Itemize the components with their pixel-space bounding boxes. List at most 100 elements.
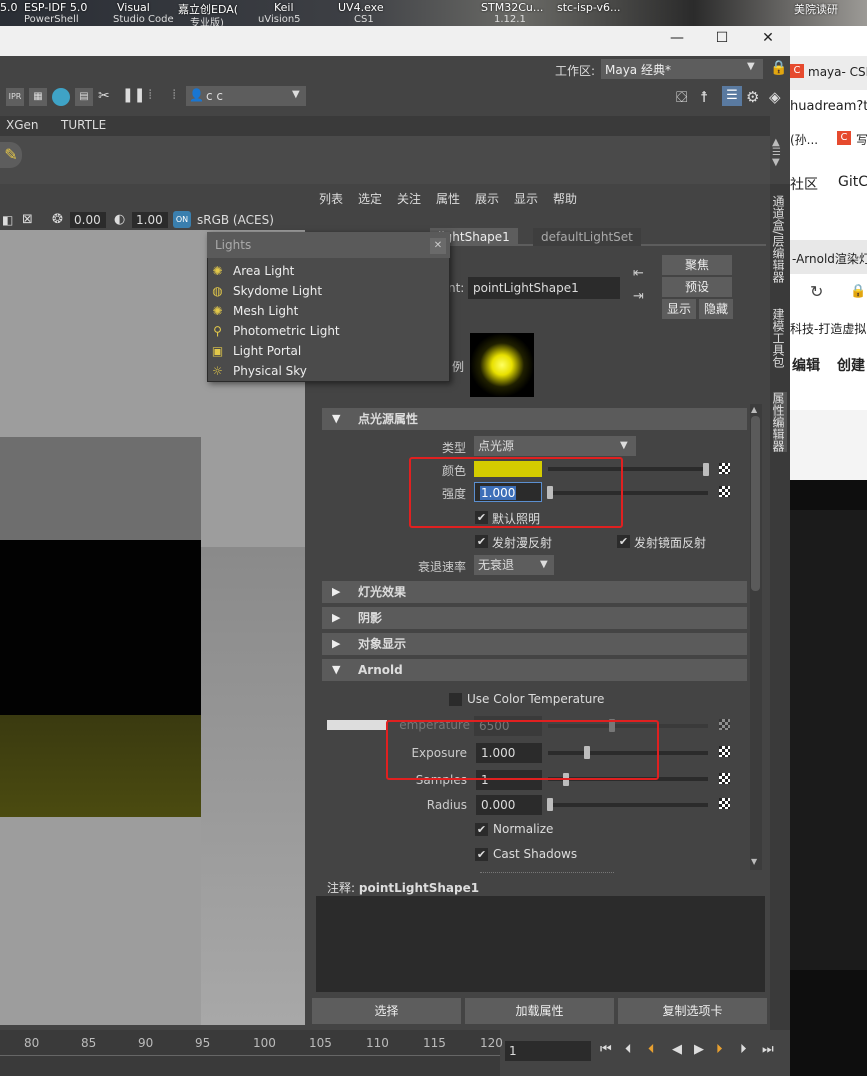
ae-menu-focus[interactable]: 关注 [397,190,421,207]
radius-slider[interactable] [548,803,708,807]
taskbar-item[interactable]: Keil [274,1,294,14]
go-to-end-icon[interactable]: ⏭ [762,1042,774,1057]
skydome-light-item[interactable]: Skydome Light [233,284,322,298]
section-arnold[interactable]: ▼ Arnold [322,659,747,681]
area-light-item[interactable]: Area Light [233,264,294,278]
samples-map-button[interactable] [719,773,730,784]
close-button[interactable]: ✕ [758,30,778,46]
radius-map-button[interactable] [719,798,730,809]
browser-nav-item[interactable]: GitC [838,174,867,190]
shelf-tab-turtle[interactable]: TURTLE [55,118,112,132]
cast-shadows-checkbox[interactable]: ✔ [475,848,488,861]
taskbar-item[interactable]: stc-isp-v6... [557,1,621,14]
tab-defaultlightset[interactable]: defaultLightSet [533,228,641,246]
hide-button[interactable]: 隐藏 [699,299,733,319]
show-button[interactable]: 显示 [662,299,696,319]
step-back-frame-icon[interactable]: ⏴ [625,1042,632,1057]
render-settings-icon[interactable]: ▦ [29,88,47,106]
photometric-light-item[interactable]: Photometric Light [233,324,340,338]
reload-icon[interactable]: ↻ [810,282,823,301]
tool-settings-icon[interactable]: ⚙ [746,88,759,106]
workspace-select[interactable]: Maya 经典* ▼ [601,59,763,79]
intensity-map-button[interactable] [719,486,730,497]
section-point-light[interactable]: ▼ 点光源属性 [322,408,747,430]
taskbar-item[interactable]: STM32Cu... [481,1,543,14]
browser-tab-title[interactable]: -Arnold渲染灯 [792,250,867,267]
go-to-start-icon[interactable]: ⏮ [600,1042,612,1057]
shelf-scroll-icon[interactable]: ▲ ☰ ▼ [772,138,781,168]
aperture-icon[interactable]: ❂ [52,212,63,227]
tab-modeling-toolkit[interactable]: 建模工具包 [771,308,787,368]
browser-nav-item[interactable]: 社区 [790,174,818,194]
color-slider-handle[interactable] [703,463,709,476]
browser-tab-title[interactable]: maya- CSD [808,65,867,79]
section-light-effects[interactable]: ▶ 灯光效果 [322,581,747,603]
input-connection-icon[interactable]: ⇤ [633,266,644,281]
notes-textarea[interactable] [316,896,765,992]
exposure-map-button[interactable] [719,746,730,757]
hypershade-icon[interactable] [52,88,70,106]
ae-menu-attributes[interactable]: 属性 [436,190,460,207]
ae-scrollbar-thumb[interactable] [751,416,760,591]
taskbar-item[interactable]: ESP-IDF 5.0 [24,1,87,14]
taskbar-item[interactable]: 5.0 [0,1,18,14]
viewport-gamma-field[interactable]: 1.00 [132,212,168,228]
character-icon[interactable]: ☨ [700,88,708,106]
attribute-editor-icon[interactable]: ☰ [722,86,742,106]
ae-menu-display[interactable]: 显示 [514,190,538,207]
browser-bookmark[interactable]: (孙... [790,131,818,148]
ipr-render-icon[interactable]: IPR [6,88,24,106]
taskbar-item[interactable]: 美院读研 [794,1,838,17]
light-portal-item[interactable]: Light Portal [233,344,301,358]
taskbar-item[interactable]: Visual [117,1,150,14]
emit-specular-checkbox[interactable]: ✔ [617,535,630,548]
minimize-button[interactable]: — [667,30,687,46]
emit-diffuse-checkbox[interactable]: ✔ [475,535,488,548]
node-name-field[interactable]: pointLightShape1 [468,277,620,299]
gamma-icon[interactable]: ◐ [114,212,125,227]
ae-menu-list[interactable]: 列表 [319,190,343,207]
shelf-tool-icon[interactable]: ✎ [0,142,22,168]
lock-icon[interactable]: 🔒 [770,60,787,76]
use-color-temp-checkbox[interactable] [449,693,462,706]
step-back-key-icon[interactable]: ⏴ [648,1042,655,1057]
tab-channel-box[interactable]: 通道盒/层编辑器 [771,195,787,283]
tab-attribute-editor[interactable]: 属性编辑器 [771,392,787,452]
scroll-down-icon[interactable]: ▼ [751,857,757,866]
render-view-icon[interactable]: ▤ [75,88,93,106]
physical-sky-item[interactable]: Physical Sky [233,364,307,378]
output-connection-icon[interactable]: ⇥ [633,289,644,304]
pause-icon[interactable]: ❚❚ [122,87,145,103]
section-object-display[interactable]: ▶ 对象显示 [322,633,747,655]
close-icon[interactable]: ✕ [430,238,446,254]
decay-select[interactable]: 无衰退 ▼ [474,555,554,575]
maximize-button[interactable]: ☐ [712,30,732,46]
normalize-checkbox[interactable]: ✔ [475,823,488,836]
type-select[interactable]: 点光源 ▼ [474,436,636,456]
play-backwards-icon[interactable]: ◀ [672,1042,682,1057]
arnold-render-icon[interactable]: ✂ [98,88,110,104]
radius-field[interactable]: 0.000 [476,795,542,815]
ae-menu-help[interactable]: 帮助 [553,190,577,207]
colorspace-label[interactable]: sRGB (ACES) [197,213,274,227]
select-button[interactable]: 选择 [312,998,461,1024]
exposure-icon[interactable]: ◧ [2,213,13,227]
taskbar-item[interactable]: UV4.exe [338,1,384,14]
browser-bookmark[interactable]: 写 [856,131,867,148]
shelf-tab-xgen[interactable]: XGen [0,118,45,132]
load-attributes-button[interactable]: 加载属性 [465,998,614,1024]
current-frame-field[interactable]: 1 [505,1041,591,1061]
color-map-button[interactable] [719,463,730,474]
resolution-gate-icon[interactable]: ⊠ [22,212,33,227]
ae-menu-selected[interactable]: 选定 [358,190,382,207]
copy-tab-button[interactable]: 复制选项卡 [618,998,767,1024]
notes-divider[interactable] [480,872,614,873]
play-forwards-icon[interactable]: ▶ [694,1042,704,1057]
scroll-up-icon[interactable]: ▲ [751,405,757,414]
channel-box-icon[interactable]: ◈ [769,88,781,106]
browser-url[interactable]: huadream?t [790,99,867,114]
section-shadows[interactable]: ▶ 阴影 [322,607,747,629]
focus-button[interactable]: 聚焦 [662,255,732,275]
step-forward-frame-icon[interactable]: ⏵ [740,1042,747,1057]
presets-button[interactable]: 预设 [662,277,732,297]
